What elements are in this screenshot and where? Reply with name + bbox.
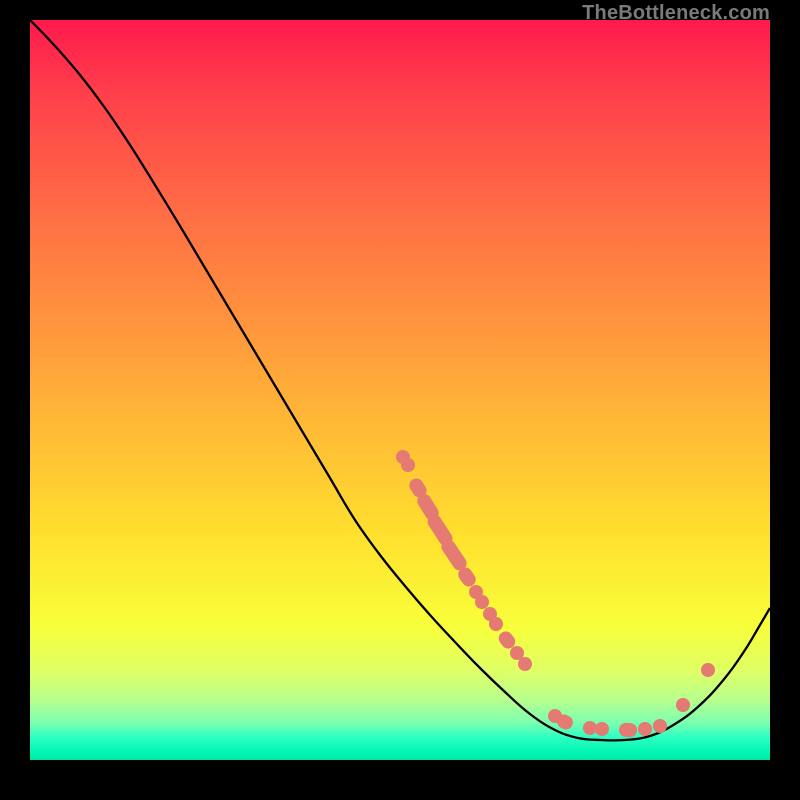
data-markers (396, 450, 715, 737)
data-marker (489, 617, 503, 631)
data-marker (401, 458, 415, 472)
data-marker (701, 663, 715, 677)
plot-area (30, 20, 770, 760)
chart-stage: TheBottleneck.com (0, 0, 800, 800)
data-marker (638, 722, 652, 736)
data-marker (653, 719, 667, 733)
data-marker (583, 721, 597, 735)
data-marker (619, 723, 637, 738)
data-marker (518, 657, 532, 671)
chart-overlay (30, 20, 770, 760)
data-marker (595, 722, 609, 736)
data-marker (475, 595, 489, 609)
data-marker (676, 698, 690, 712)
bottleneck-curve (30, 20, 770, 740)
